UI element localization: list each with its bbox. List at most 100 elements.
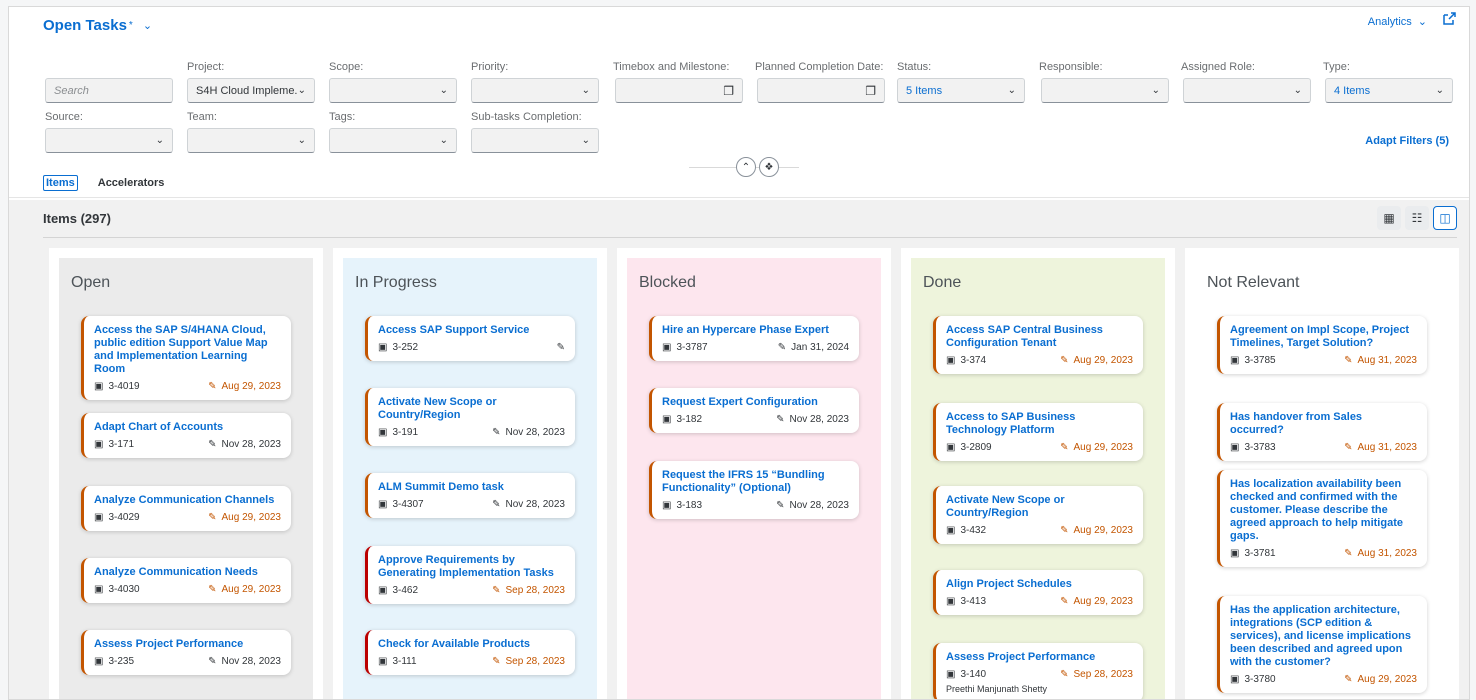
task-title-link[interactable]: Check for Available Products (378, 638, 565, 651)
task-id-text: 3-182 (676, 414, 703, 425)
due-date-icon: ✎ (208, 584, 217, 595)
due-date-text: Aug 29, 2023 (221, 381, 282, 392)
task-card[interactable]: Access to SAP Business Technology Platfo… (933, 403, 1143, 461)
chevron-down-icon[interactable]: ⌄ (143, 19, 152, 32)
task-title-link[interactable]: Has handover from Sales occurred? (1230, 411, 1417, 437)
task-card[interactable]: Access the SAP S/4HANA Cloud, public edi… (81, 316, 291, 400)
task-title-link[interactable]: Request Expert Configuration (662, 396, 849, 409)
task-title-link[interactable]: Access to SAP Business Technology Platfo… (946, 411, 1133, 437)
status-select[interactable]: 5 Items ⌄ (897, 78, 1025, 103)
task-card[interactable]: Has the application architecture, integr… (1217, 596, 1427, 693)
task-meta: ▣ 3-4029 ✎ Aug 29, 2023 (94, 512, 281, 523)
responsible-select[interactable]: ⌄ (1041, 78, 1169, 103)
task-type-icon: ▣ (946, 442, 956, 453)
due-date: ✎ Aug 31, 2023 (1344, 355, 1417, 366)
due-date: ✎ Nov 28, 2023 (776, 500, 849, 511)
task-title-link[interactable]: Align Project Schedules (946, 578, 1133, 591)
task-meta: ▣ 3-413 ✎ Aug 29, 2023 (946, 596, 1133, 607)
task-card[interactable]: Activate New Scope or Country/Region ▣ 3-4… (933, 486, 1143, 544)
table-view-icon[interactable]: ▦ (1377, 206, 1401, 230)
task-title-link[interactable]: Analyze Communication Channels (94, 494, 281, 507)
value-help-icon[interactable]: ❐ (865, 84, 876, 98)
task-title-link[interactable]: Access SAP Support Service (378, 324, 565, 337)
source-select[interactable]: ⌄ (45, 128, 173, 153)
adapt-filters-link[interactable]: Adapt Filters (5) (1365, 135, 1449, 147)
task-card[interactable]: Hire an Hypercare Phase Expert ▣ 3-3787 ✎ Ja… (649, 316, 859, 361)
planned-date-input[interactable]: ❐ (757, 78, 885, 103)
task-id: ▣ 3-235 (94, 656, 134, 667)
task-type-icon: ▣ (378, 427, 388, 438)
task-card[interactable]: Check for Available Products ▣ 3-111 ✎ Sep 2… (365, 630, 575, 675)
task-card[interactable]: Access SAP Support Service ▣ 3-252 ✎ (365, 316, 575, 361)
task-card[interactable]: Activate New Scope or Country/Region ▣ 3-1… (365, 388, 575, 446)
task-card[interactable]: Request Expert Configuration ▣ 3-182 ✎ Nov 2… (649, 388, 859, 433)
timebox-select[interactable]: ❐ (615, 78, 743, 103)
due-date-text: Jan 31, 2024 (791, 342, 849, 353)
chevron-down-icon: ⌄ (155, 135, 164, 146)
task-card[interactable]: Align Project Schedules ▣ 3-413 ✎ Aug 29, 20… (933, 570, 1143, 615)
task-card[interactable]: Analyze Communication Channels ▣ 3-4029 ✎ Au… (81, 486, 291, 531)
due-date-text: Aug 29, 2023 (1073, 596, 1134, 607)
collapse-header-icon[interactable]: ⌃ (736, 157, 756, 177)
assigned-role-select[interactable]: ⌄ (1183, 78, 1311, 103)
task-title-link[interactable]: Adapt Chart of Accounts (94, 421, 281, 434)
due-date-icon: ✎ (208, 381, 217, 392)
task-card[interactable]: Has handover from Sales occurred? ▣ 3-3783… (1217, 403, 1427, 461)
search-input[interactable]: Search (45, 78, 173, 103)
task-id: ▣ 3-4029 (94, 512, 140, 523)
team-select[interactable]: ⌄ (187, 128, 315, 153)
task-id: ▣ 3-4307 (378, 499, 424, 510)
task-card[interactable]: Assess Project Performance ▣ 3-140 ✎ Sep 28,… (933, 643, 1143, 699)
task-title-link[interactable]: Access SAP Central Business Configuratio… (946, 324, 1133, 350)
task-title-link[interactable]: Analyze Communication Needs (94, 566, 281, 579)
type-select[interactable]: 4 Items ⌄ (1325, 78, 1453, 103)
task-title-link[interactable]: Request the IFRS 15 “Bundling Functional… (662, 469, 849, 495)
task-card[interactable]: Analyze Communication Needs ▣ 3-4030 ✎ Aug 2… (81, 558, 291, 603)
scope-label: Scope: (329, 61, 364, 73)
project-select[interactable]: S4H Cloud Impleme... ⌄ (187, 78, 315, 103)
task-title-link[interactable]: Agreement on Impl Scope, Project Timelin… (1230, 324, 1417, 350)
task-title-link[interactable]: Assess Project Performance (94, 638, 281, 651)
tags-select[interactable]: ⌄ (329, 128, 457, 153)
due-date-icon: ✎ (776, 414, 785, 425)
tree-view-icon[interactable]: ☷ (1405, 206, 1429, 230)
task-id: ▣ 3-4030 (94, 584, 140, 595)
task-card[interactable]: Request the IFRS 15 “Bundling Functional… (649, 461, 859, 519)
analytics-menu[interactable]: Analytics ⌄ (1368, 15, 1427, 29)
task-card[interactable]: ALM Summit Demo task ▣ 3-4307 ✎ Nov 28, 2023 (365, 473, 575, 518)
due-date-icon: ✎ (1060, 525, 1069, 536)
priority-select[interactable]: ⌄ (471, 78, 599, 103)
task-title-link[interactable]: Has the application architecture, integr… (1230, 604, 1417, 669)
tab-items[interactable]: Items (43, 175, 78, 191)
task-title-link[interactable]: Activate New Scope or Country/Region (378, 396, 565, 422)
task-card[interactable]: Agreement on Impl Scope, Project Timelin… (1217, 316, 1427, 374)
scope-select[interactable]: ⌄ (329, 78, 457, 103)
board-view-icon[interactable]: ◫ (1433, 206, 1457, 230)
due-date: ✎ Aug 29, 2023 (1060, 596, 1133, 607)
page-title[interactable]: Open Tasks * ⌄ (43, 17, 152, 34)
task-card[interactable]: Access SAP Central Business Configuratio… (933, 316, 1143, 374)
task-id: ▣ 3-432 (946, 525, 986, 536)
task-title-link[interactable]: Has localization availability been check… (1230, 478, 1417, 543)
task-title-link[interactable]: Hire an Hypercare Phase Expert (662, 324, 849, 337)
task-card[interactable]: Adapt Chart of Accounts ▣ 3-171 ✎ Nov 28, 20… (81, 413, 291, 458)
pin-icon[interactable]: ❖ (759, 157, 779, 177)
subtasks-select[interactable]: ⌄ (471, 128, 599, 153)
task-card[interactable]: Approve Requirements by Generating Imple… (365, 546, 575, 604)
task-meta: ▣ 3-183 ✎ Nov 28, 2023 (662, 500, 849, 511)
column-not-relevant: Not Relevant Agreement on Impl Scope, Pro… (1185, 248, 1459, 699)
chevron-down-icon: ⌄ (1435, 85, 1444, 96)
share-icon[interactable] (1441, 11, 1457, 27)
due-date: ✎ Aug 31, 2023 (1344, 548, 1417, 559)
task-title-link[interactable]: ALM Summit Demo task (378, 481, 565, 494)
task-title-link[interactable]: Activate New Scope or Country/Region (946, 494, 1133, 520)
due-date: ✎ Aug 29, 2023 (1344, 674, 1417, 685)
task-card[interactable]: Assess Project Performance ▣ 3-235 ✎ Nov 28,… (81, 630, 291, 675)
task-title-link[interactable]: Assess Project Performance (946, 651, 1133, 664)
task-title-link[interactable]: Access the SAP S/4HANA Cloud, public edi… (94, 324, 281, 376)
task-id-text: 3-2809 (960, 442, 992, 453)
task-card[interactable]: Has localization availability been check… (1217, 470, 1427, 567)
tab-accelerators[interactable]: Accelerators (98, 175, 165, 191)
task-title-link[interactable]: Approve Requirements by Generating Imple… (378, 554, 565, 580)
value-help-icon[interactable]: ❐ (723, 84, 734, 98)
